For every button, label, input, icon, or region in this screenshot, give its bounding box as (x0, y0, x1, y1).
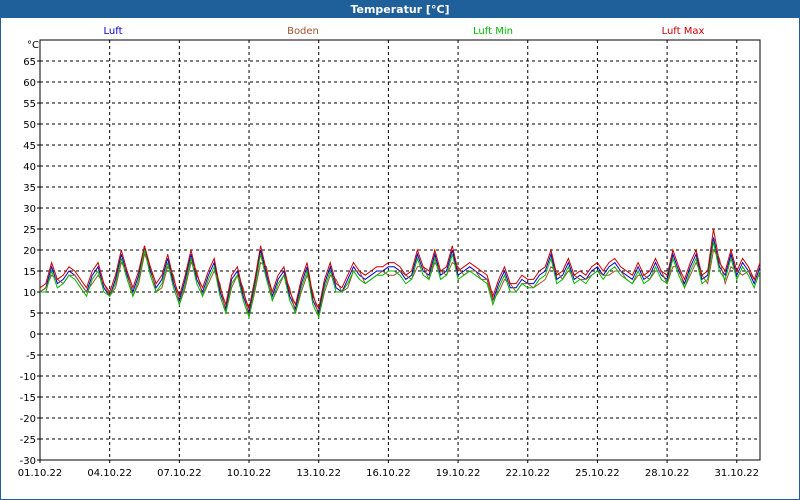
legend-entry-luft-min: Luft Min (473, 26, 513, 37)
x-tick-label: 31.10.22 (715, 468, 760, 479)
y-tick-label: 55 (23, 99, 36, 110)
y-tick-label: -30 (20, 456, 36, 467)
x-tick-label: 13.10.22 (296, 468, 341, 479)
y-tick-label: -10 (20, 372, 36, 383)
temperature-chart: -30 -25 -20 -15 -10 -5 0 5 10 15 20 25 30 35 40 45 50 55 6… (18, 26, 761, 479)
legend-entry-luft-max: Luft Max (662, 26, 705, 37)
y-tick-label: -25 (20, 435, 36, 446)
grid-lines (39, 40, 760, 461)
x-tick-label: 22.10.22 (505, 468, 550, 479)
y-tick-label: 15 (23, 267, 36, 278)
x-tick-label: 16.10.22 (366, 468, 411, 479)
x-tick-label: 01.10.22 (18, 468, 63, 479)
legend: Luft Boden Luft Min Luft Max (104, 26, 705, 37)
y-tick-label: -15 (20, 393, 36, 404)
y-tick-label: 40 (23, 162, 36, 173)
x-tick-label: 04.10.22 (87, 468, 132, 479)
y-tick-label: 50 (23, 120, 36, 131)
y-tick-label: 45 (23, 141, 36, 152)
y-tick-label: 10 (23, 288, 36, 299)
y-tick-label: 30 (23, 204, 36, 215)
y-tick-label: 65 (23, 57, 36, 68)
legend-entry-boden: Boden (287, 26, 319, 37)
y-tick-label: 5 (30, 309, 36, 320)
x-tick-label: 28.10.22 (645, 468, 690, 479)
y-tick-label: -20 (20, 414, 36, 425)
y-tick-label: 20 (23, 246, 36, 257)
y-tick-label: 35 (23, 183, 36, 194)
y-tick-label: -5 (26, 351, 36, 362)
legend-entry-luft: Luft (104, 26, 123, 37)
x-tick-label: 10.10.22 (227, 468, 272, 479)
y-tick-label: 25 (23, 225, 36, 236)
y-axis: -30 -25 -20 -15 -10 -5 0 5 10 15 20 25 30 35 40 45 50 55 6… (20, 57, 40, 467)
x-tick-label: 07.10.22 (157, 468, 202, 479)
x-tick-label: 19.10.22 (436, 468, 481, 479)
y-axis-unit-label: °C (27, 40, 39, 51)
x-tick-label: 25.10.22 (575, 468, 620, 479)
y-tick-label: 60 (23, 78, 36, 89)
x-axis: 01.10.22 04.10.22 07.10.22 10.10.22 13.10.22… (18, 460, 759, 479)
y-tick-label: 0 (30, 330, 36, 341)
